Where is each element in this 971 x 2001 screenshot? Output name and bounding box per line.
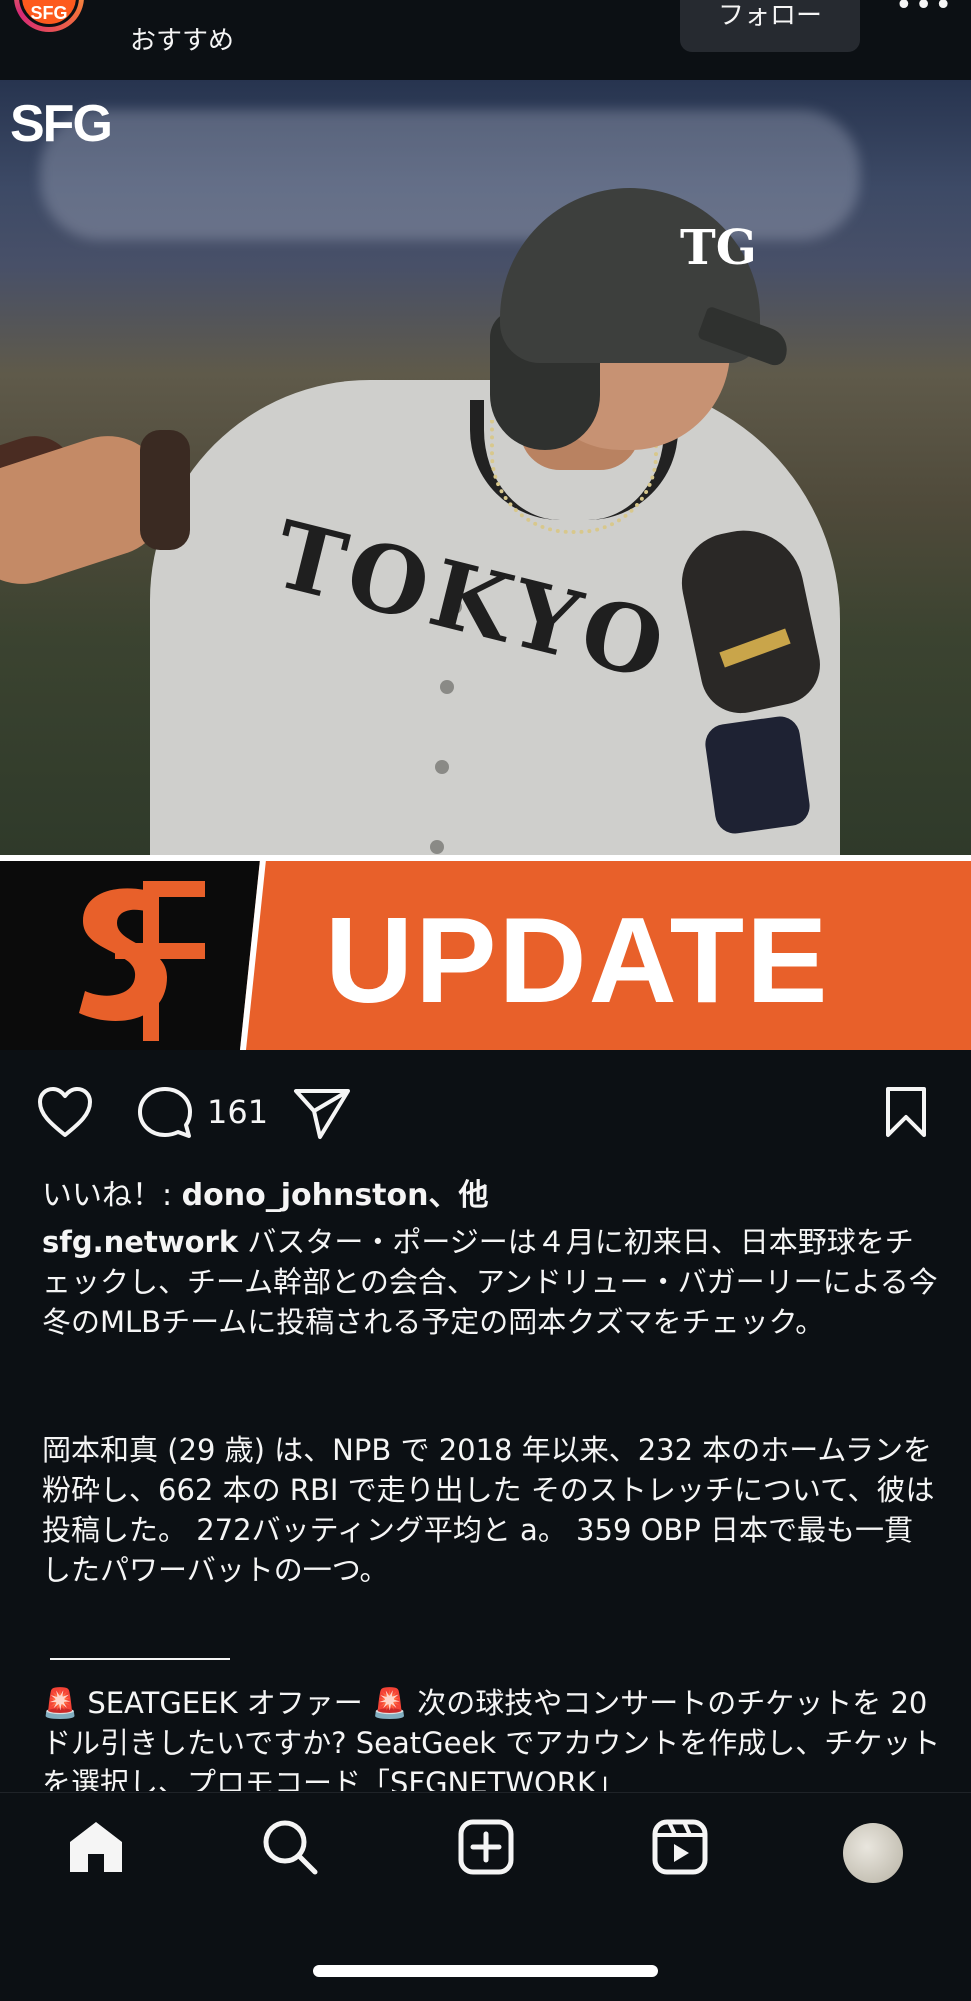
player-right-wristband [702,713,813,837]
likes-user-link[interactable]: dono_johnston [182,1178,429,1213]
post-photo[interactable]: TOKYO TG SFG [0,80,971,855]
account-avatar[interactable]: SFG [14,0,84,32]
post-header: SFG おすすめ フォロー ••• [0,0,971,80]
home-indicator [313,1965,658,1977]
update-banner: UPDATE [0,855,971,1050]
comment-count: 161 [207,1093,269,1131]
send-icon[interactable] [292,1085,352,1141]
heart-icon[interactable] [36,1085,94,1139]
profile-avatar[interactable] [843,1823,903,1883]
account-avatar-text: SFG [19,0,79,27]
helmet-logo: TG [680,220,757,276]
sfg-watermark: SFG [10,95,113,153]
reels-icon[interactable] [648,1815,712,1879]
caption-paragraph-3: 🚨 SEATGEEK オファー 🚨 次の球技やコンサートのチケットを 20 ドル… [42,1686,941,1791]
caption-separator [50,1658,230,1660]
caption-paragraph-1: sfg.network バスター・ポージーは４月に初来日、日本野球をチェックし、… [42,1222,942,1342]
likes-summary: いいね！: dono_johnston、他 [42,1170,488,1214]
banner-update-text: UPDATE [325,892,830,1028]
likes-suffix: 、他 [428,1178,489,1213]
search-icon[interactable] [258,1815,322,1879]
bookmark-icon[interactable] [882,1085,930,1139]
likes-prefix: いいね！: [42,1178,182,1213]
suggested-label: おすすめ [130,26,235,56]
sleeve-stripe [140,430,190,550]
follow-button[interactable]: フォロー [680,0,860,52]
home-icon[interactable] [64,1815,128,1879]
caption-username[interactable]: sfg.network [42,1225,238,1259]
comment-icon[interactable] [136,1085,194,1141]
caption-paragraph-2: 岡本和真 (29 歳) は、NPB で 2018 年以来、232 本のホームラン… [42,1433,935,1587]
more-options-icon[interactable]: ••• [895,0,954,23]
create-icon[interactable] [454,1815,518,1879]
sf-giants-logo-icon [79,881,205,1041]
